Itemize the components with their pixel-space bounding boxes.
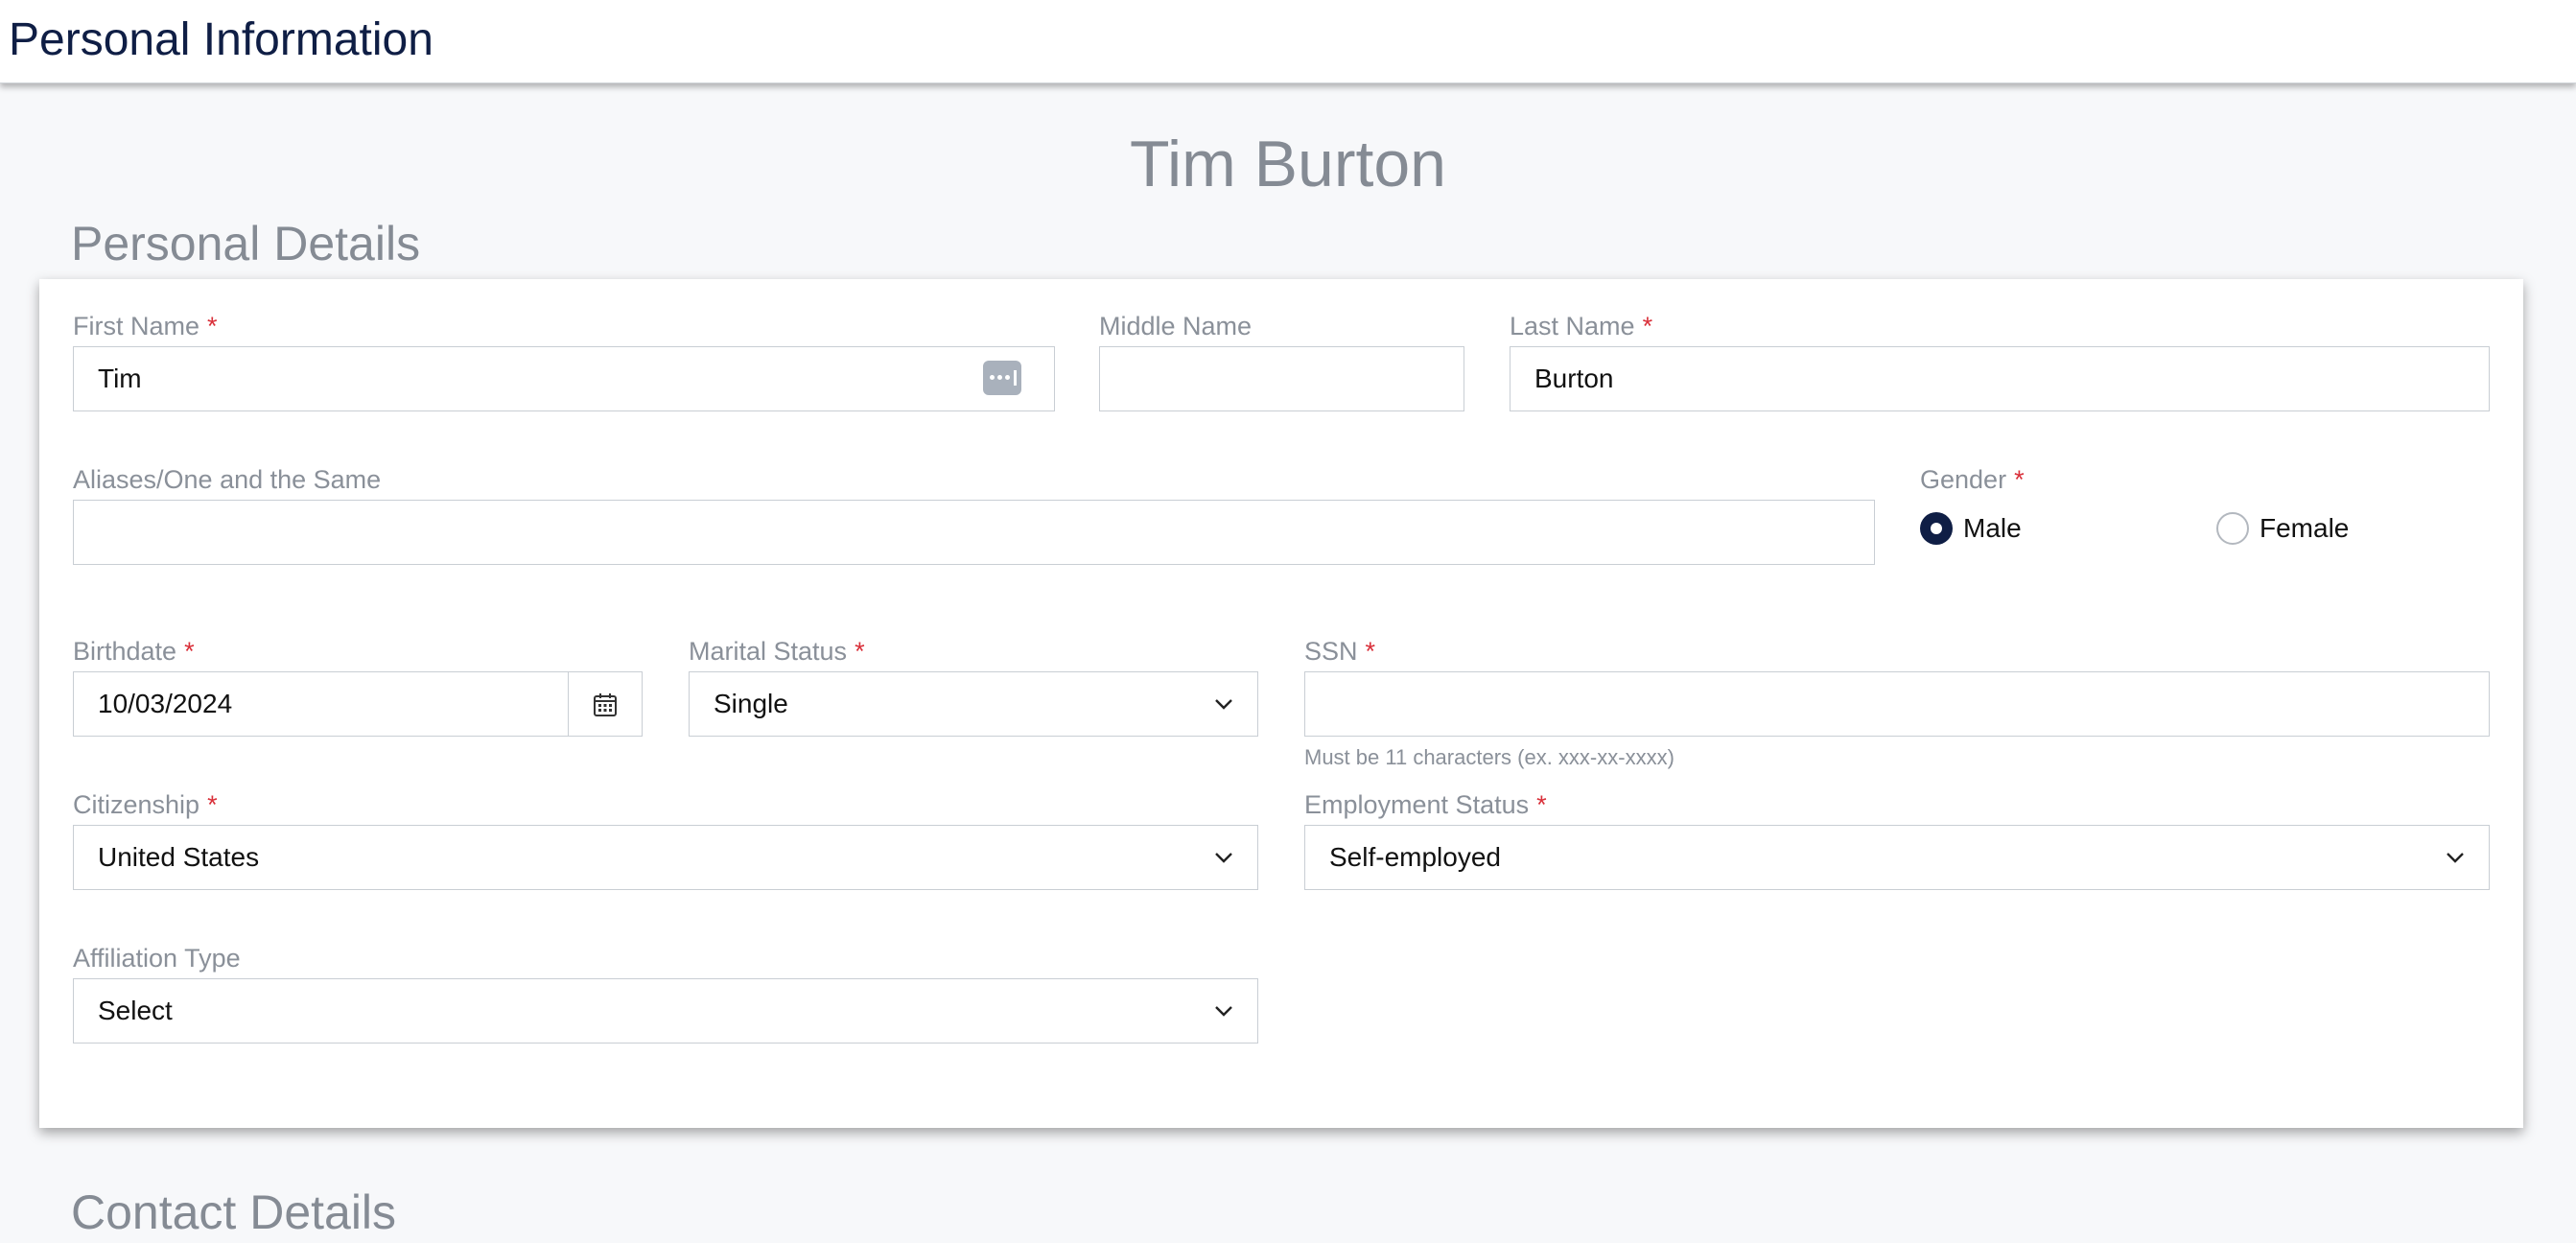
first-name-label: First Name *	[73, 312, 218, 340]
citizenship-value: United States	[98, 842, 260, 872]
section-title-personal-details: Personal Details	[71, 217, 421, 270]
page-title: Personal Information	[9, 14, 433, 65]
employment-status-value: Self-employed	[1329, 842, 1501, 872]
marital-status-label: Marital Status *	[689, 637, 865, 666]
employment-status-select[interactable]: Self-employed	[1304, 825, 2490, 890]
gender-label: Gender *	[1920, 465, 2025, 494]
middle-name-label: Middle Name	[1099, 312, 1253, 340]
first-name-input[interactable]: Tim	[73, 346, 1055, 411]
marital-status-value: Single	[714, 689, 788, 718]
password-manager-icon[interactable]	[983, 361, 1021, 395]
aliases-label: Aliases/One and the Same	[73, 465, 382, 494]
birthdate-value: 10/03/2024	[98, 689, 233, 718]
affiliation-type-select[interactable]: Select	[73, 978, 1258, 1044]
ssn-field: SSN * Must be 11 characters (ex. xxx-xx-x…	[1304, 635, 2490, 774]
citizenship-label: Citizenship *	[73, 790, 218, 819]
chevron-down-icon	[2447, 853, 2464, 863]
citizenship-select[interactable]: United States	[73, 825, 1258, 890]
ssn-input[interactable]	[1304, 671, 2490, 737]
chevron-down-icon	[1215, 699, 1232, 710]
gender-radio-female[interactable]	[2216, 512, 2249, 545]
last-name-label: Last Name *	[1510, 312, 1653, 340]
affiliation-type-value: Select	[98, 996, 173, 1025]
calendar-button[interactable]	[568, 672, 642, 736]
birthdate-label: Birthdate *	[73, 637, 195, 666]
top-bar: Personal Information	[0, 0, 2576, 83]
affiliation-type-label: Affiliation Type	[73, 944, 241, 973]
aliases-input[interactable]	[73, 500, 1875, 565]
person-name-heading: Tim Burton	[1129, 128, 1446, 200]
middle-name-input[interactable]	[1099, 346, 1464, 411]
calendar-icon	[594, 693, 617, 716]
gender-female-label[interactable]: Female	[2260, 512, 2349, 545]
ssn-hint: Must be 11 characters (ex. xxx-xx-xxxx)	[1304, 745, 1674, 769]
ssn-label: SSN *	[1304, 637, 1376, 666]
section-title-contact-details: Contact Details	[71, 1185, 397, 1239]
birthdate-input[interactable]: 10/03/2024	[73, 671, 643, 737]
gender-radio-male[interactable]	[1920, 512, 1953, 545]
marital-status-select[interactable]: Single	[689, 671, 1258, 737]
gender-field: Gender * Male Female	[1920, 463, 2457, 559]
last-name-value: Burton	[1534, 364, 1614, 393]
chevron-down-icon	[1215, 853, 1232, 863]
gender-male-label[interactable]: Male	[1963, 512, 2022, 545]
personal-details-card: First Name * Tim Middle Name Last Name * B…	[39, 279, 2523, 1128]
first-name-value: Tim	[98, 364, 142, 393]
last-name-input[interactable]: Burton	[1510, 346, 2490, 411]
chevron-down-icon	[1215, 1006, 1232, 1017]
employment-status-label: Employment Status *	[1304, 790, 1547, 819]
